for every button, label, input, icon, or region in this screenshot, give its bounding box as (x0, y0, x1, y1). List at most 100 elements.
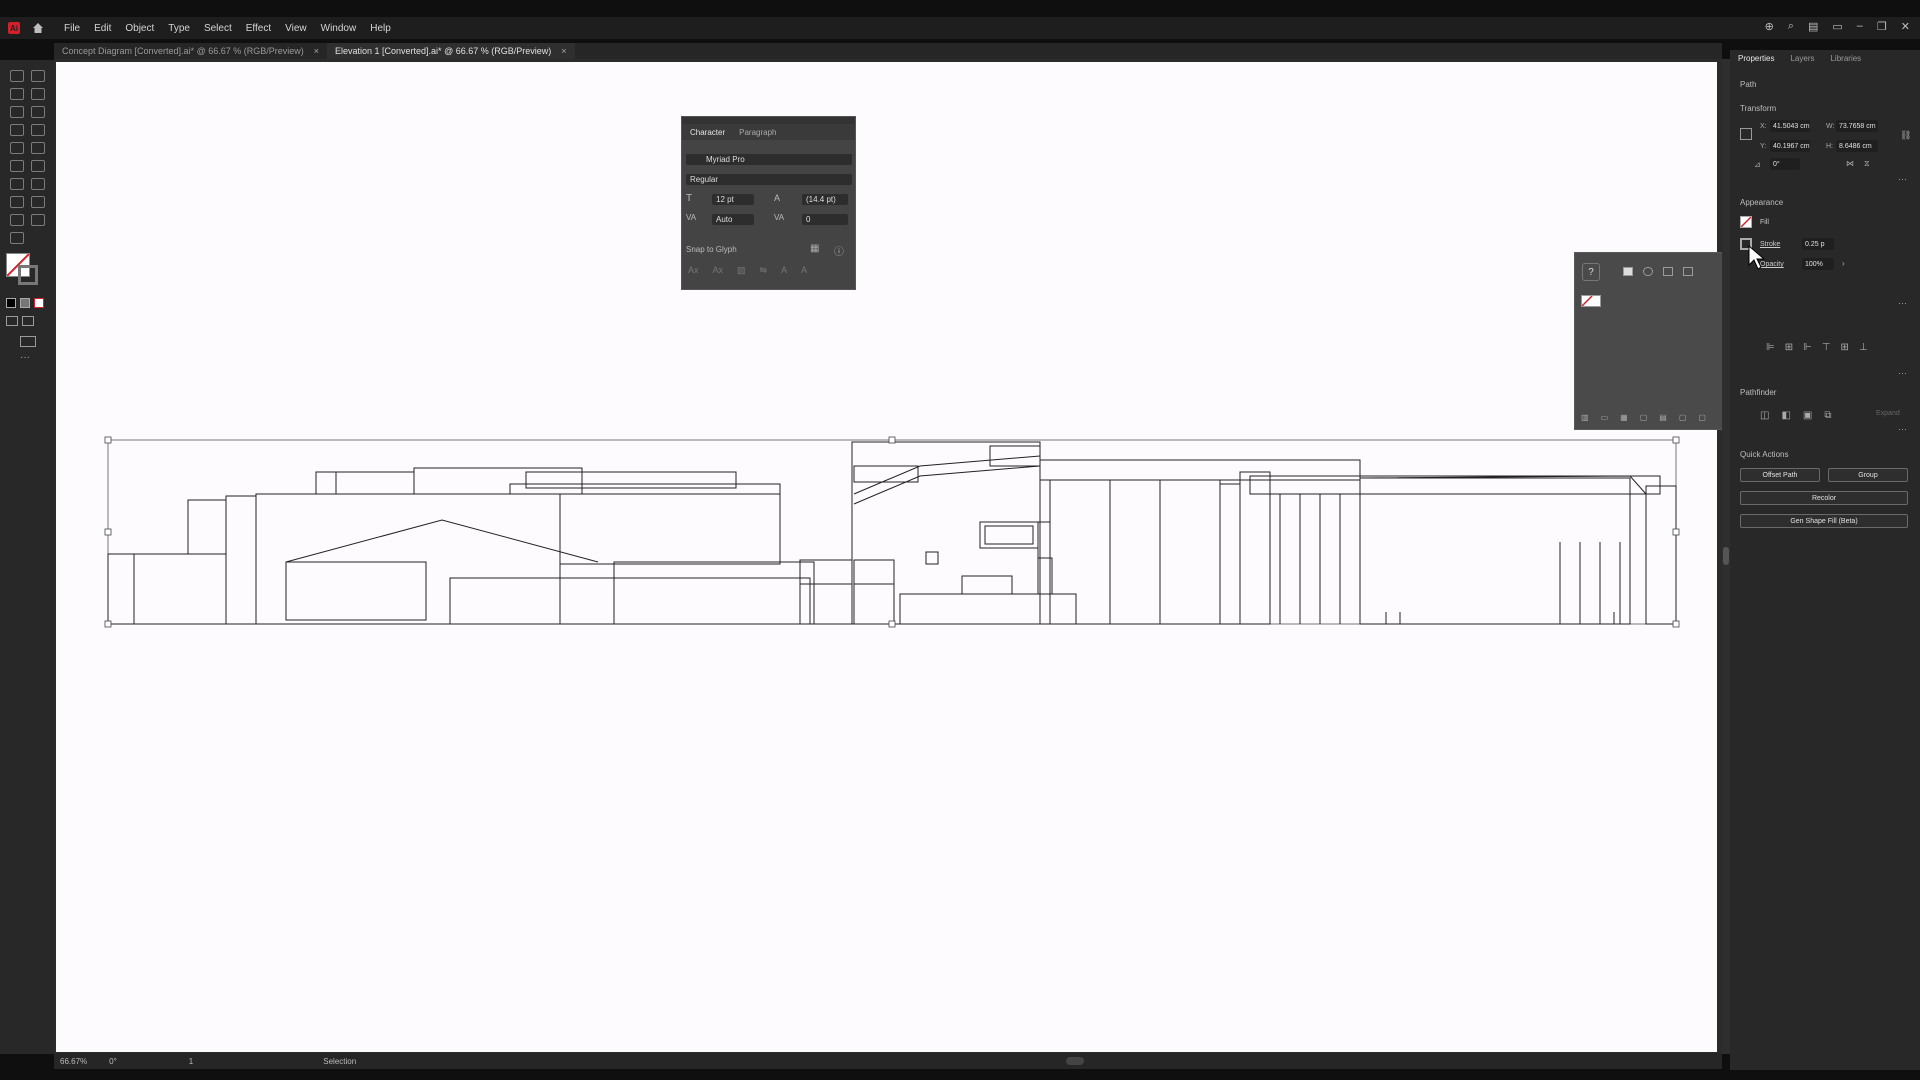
blend-tool-icon[interactable] (31, 178, 45, 190)
info-icon[interactable]: ⓘ (834, 243, 844, 258)
panel-footer-5-icon[interactable]: ▤ (1659, 413, 1667, 422)
panel-footer-3-icon[interactable]: ▦ (1620, 413, 1628, 422)
edit-toolbar-icon[interactable]: ··· (20, 352, 30, 363)
align-left-icon[interactable]: ⊫ (1766, 342, 1775, 353)
menu-view[interactable]: View (285, 23, 307, 34)
snap-angular-icon[interactable]: A (781, 265, 787, 276)
tab-elevation-1[interactable]: Elevation 1 [Converted].ai* @ 66.67 % (R… (327, 43, 575, 59)
h-field[interactable]: 8.6486 cm (1836, 140, 1878, 152)
more-transform-icon[interactable]: ··· (1898, 174, 1907, 184)
lasso-tool-icon[interactable] (31, 142, 45, 154)
leading-field[interactable]: (14.4 pt) (802, 194, 848, 205)
align-middle-icon[interactable]: ⊞ (1841, 342, 1849, 353)
page-number[interactable]: 1 (189, 1057, 193, 1066)
help-button[interactable]: ? (1582, 263, 1600, 281)
snap-baseline-icon[interactable]: Ax (688, 265, 699, 276)
menu-type[interactable]: Type (168, 23, 190, 34)
flip-vertical-icon[interactable]: ⧖ (1864, 159, 1870, 169)
rotation-value[interactable]: 0° (109, 1057, 117, 1066)
intersect-icon[interactable]: ▣ (1803, 410, 1812, 421)
direct-selection-tool-icon[interactable] (31, 70, 45, 82)
eraser-tool-icon[interactable] (10, 142, 24, 154)
scroll-thumb[interactable] (1723, 547, 1729, 565)
opacity-arrow-icon[interactable]: › (1842, 259, 1845, 268)
font-style-select[interactable]: Regular (686, 174, 852, 185)
flip-horizontal-icon[interactable]: ⋈ (1846, 159, 1854, 168)
elevation-drawing[interactable] (100, 432, 1688, 630)
group-button[interactable]: Group (1828, 468, 1908, 482)
close-tab-icon[interactable]: × (314, 46, 319, 56)
fill-swatch[interactable] (1740, 216, 1752, 228)
eyedropper-tool-icon[interactable] (10, 178, 24, 190)
panel-footer-4-icon[interactable]: ▢ (1640, 413, 1648, 422)
horizontal-scroll-thumb[interactable] (1066, 1057, 1084, 1065)
kerning-field[interactable]: Auto (712, 214, 754, 225)
close-tab-icon[interactable]: × (561, 46, 566, 56)
reference-point-icon[interactable] (1740, 128, 1752, 140)
menu-object[interactable]: Object (125, 23, 154, 34)
angle-field[interactable]: 0° (1770, 158, 1800, 170)
snap-bounds-icon[interactable]: ▨ (737, 265, 746, 276)
zoom-tool-icon[interactable] (31, 214, 45, 226)
gen-shape-fill-button[interactable]: Gen Shape Fill (Beta) (1740, 514, 1908, 528)
tab-layers[interactable]: Layers (1790, 54, 1814, 63)
x-field[interactable]: 41.5043 cm (1770, 120, 1810, 132)
expand-button[interactable]: Expand (1876, 410, 1900, 417)
hand-tool-icon[interactable] (10, 214, 24, 226)
close-icon[interactable]: ✕ (1901, 20, 1910, 33)
tab-character[interactable]: Character (690, 128, 725, 137)
panel-footer-2-icon[interactable]: ▭ (1601, 413, 1609, 422)
panel-option-1-icon[interactable] (1623, 267, 1633, 276)
paintbrush-tool-icon[interactable] (31, 106, 45, 118)
opacity-field[interactable]: 100% (1802, 258, 1834, 270)
w-field[interactable]: 73.7658 cm (1836, 120, 1878, 132)
stroke-weight-field[interactable]: 0.25 p (1802, 238, 1834, 250)
stroke-swatch[interactable] (18, 265, 38, 285)
align-bottom-icon[interactable]: ⊥ (1859, 342, 1868, 353)
menu-file[interactable]: File (64, 23, 80, 34)
none-mode-icon[interactable] (34, 298, 44, 308)
recolor-button[interactable]: Recolor (1740, 491, 1908, 505)
tab-concept-diagram[interactable]: Concept Diagram [Converted].ai* @ 66.67 … (54, 43, 327, 59)
tab-libraries[interactable]: Libraries (1830, 54, 1861, 63)
rotate-tool-icon[interactable] (31, 124, 45, 136)
snap-xheight-icon[interactable]: Ax (713, 265, 724, 276)
panel-footer-7-icon[interactable]: ▢ (1698, 413, 1706, 422)
gradient-tool-icon[interactable] (10, 160, 24, 172)
menu-edit[interactable]: Edit (94, 23, 111, 34)
mesh-tool-icon[interactable] (31, 160, 45, 172)
color-mode-icon[interactable] (6, 298, 16, 308)
shape-builder-tool-icon[interactable] (10, 196, 24, 208)
panel-footer-1-icon[interactable]: ▥ (1581, 413, 1589, 422)
menu-window[interactable]: Window (321, 23, 357, 34)
menu-select[interactable]: Select (204, 23, 232, 34)
puppet-warp-tool-icon[interactable] (10, 232, 24, 244)
more-appearance-icon[interactable]: ··· (1898, 298, 1907, 308)
font-size-field[interactable]: 12 pt (712, 194, 754, 205)
tab-paragraph[interactable]: Paragraph (739, 128, 776, 137)
panel-option-2-icon[interactable] (1643, 267, 1653, 276)
panel-fullscreen-icon[interactable] (1683, 267, 1693, 276)
gradient-mode-icon[interactable] (20, 298, 30, 308)
swatch-icon[interactable] (1581, 295, 1601, 307)
align-center-icon[interactable]: ⊞ (1785, 342, 1793, 353)
selection-tool-icon[interactable] (10, 70, 24, 82)
curvature-tool-icon[interactable] (31, 88, 45, 100)
type-tool-icon[interactable] (10, 124, 24, 136)
minus-front-icon[interactable]: ◧ (1781, 410, 1790, 421)
panel-option-3-icon[interactable] (1663, 267, 1673, 276)
rectangle-tool-icon[interactable] (10, 106, 24, 118)
restore-icon[interactable]: ❐ (1877, 20, 1887, 33)
exclude-icon[interactable]: ⧉ (1824, 410, 1831, 421)
more-align-icon[interactable]: ··· (1898, 368, 1907, 378)
font-family-select[interactable]: Myriad Pro (686, 154, 852, 165)
tracking-field[interactable]: 0 (802, 214, 848, 225)
panel-header[interactable] (682, 117, 855, 124)
align-top-icon[interactable]: ⊤ (1822, 342, 1831, 353)
y-field[interactable]: 40.1967 cm (1770, 140, 1810, 152)
search-icon[interactable]: ⌕ (1788, 20, 1794, 33)
menu-effect[interactable]: Effect (246, 23, 271, 34)
align-right-icon[interactable]: ⊩ (1803, 342, 1812, 353)
constrain-proportions-icon[interactable]: ⛓ (1900, 130, 1911, 141)
draw-behind-icon[interactable] (22, 316, 34, 326)
